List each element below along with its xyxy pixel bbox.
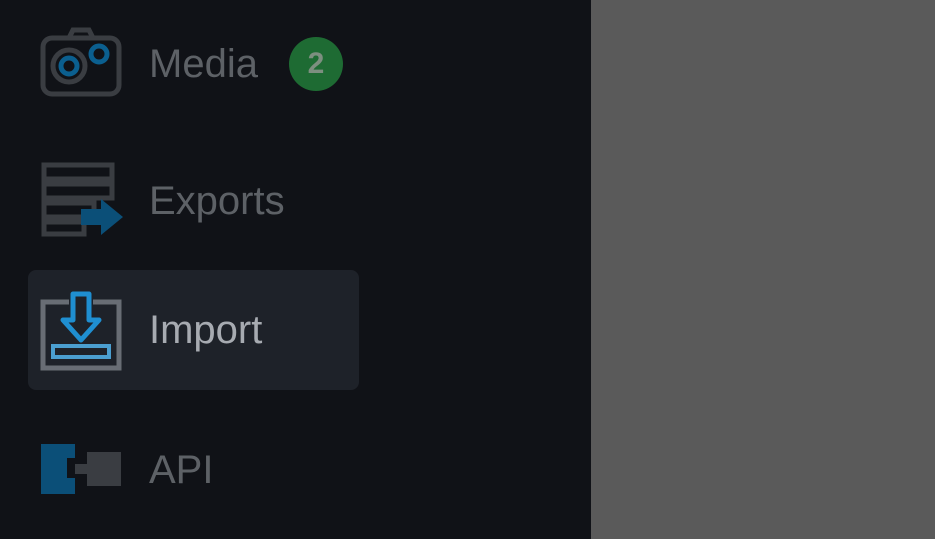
api-icon [39, 428, 123, 512]
sidebar-item-label: Import [149, 308, 263, 352]
notification-badge: 2 [289, 37, 343, 91]
sidebar: Media 2 Exports Import API [0, 0, 591, 539]
modal-backdrop[interactable] [591, 0, 935, 539]
import-icon [39, 288, 123, 372]
camera-icon [39, 22, 123, 106]
sidebar-item-exports[interactable]: Exports [28, 141, 359, 261]
sidebar-item-label: API [149, 448, 214, 492]
sidebar-item-import[interactable]: Import [28, 270, 359, 390]
sidebar-item-media[interactable]: Media 2 [28, 4, 359, 124]
sidebar-item-label: Exports [149, 179, 285, 223]
export-icon [39, 159, 123, 243]
sidebar-item-api[interactable]: API [28, 410, 359, 530]
sidebar-item-label: Media [149, 42, 258, 86]
